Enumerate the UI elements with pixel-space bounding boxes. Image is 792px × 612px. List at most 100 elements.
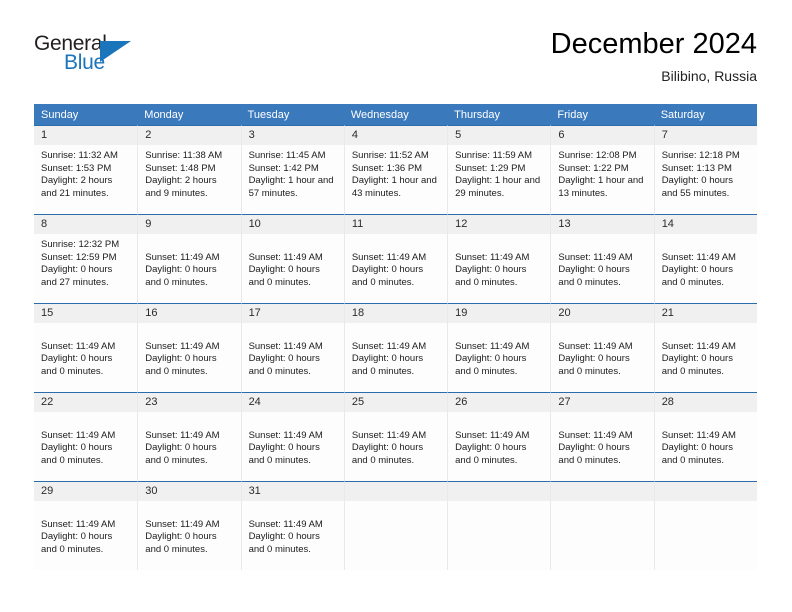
day-cell-2[interactable]: 2 Sunrise: 11:38 AM Sunset: 1:48 PM Dayligh… [137, 125, 241, 214]
day-details: Sunset: 11:49 AM Daylight: 0 hours and 0 m… [655, 323, 757, 378]
day-detail-line: Daylight: 0 hours [661, 353, 733, 365]
day-details: Sunset: 11:49 AM Daylight: 0 hours and 0 m… [345, 412, 447, 467]
calendar-page: General Blue December 2024 Bilibino, Rus… [0, 0, 792, 612]
day-cell-7[interactable]: 7 Sunrise: 12:18 PM Sunset: 1:13 PM Dayligh… [653, 125, 757, 214]
day-number: 22 [34, 393, 138, 412]
day-number: 26 [448, 393, 551, 412]
day-detail-line: Sunset: 11:49 AM [41, 429, 116, 441]
day-details: Sunrise: 11:38 AM Sunset: 1:48 PM Daylight… [138, 145, 240, 200]
day-cell-25[interactable]: 25 Sunset: 11:49 AM Daylight: 0 hours and … [343, 392, 448, 481]
day-detail-line [558, 417, 648, 430]
day-detail-line: and 0 minutes. [661, 276, 725, 288]
day-detail-line: and 0 minutes. [558, 365, 621, 377]
day-cell-28[interactable]: 28 Sunset: 11:49 AM Daylight: 0 hours and … [653, 392, 757, 481]
calendar-day-cell: 10 Sunset: 11:49 AM Daylight: 0 hours and … [240, 214, 344, 303]
day-cell-26[interactable]: 26 Sunset: 11:49 AM Daylight: 0 hours and … [447, 392, 551, 481]
day-details: Sunset: 11:49 AM Daylight: 0 hours and 0 m… [345, 323, 447, 378]
calendar-day-cell: 15 Sunset: 11:49 AM Daylight: 0 hours and … [34, 303, 138, 392]
day-detail-line: Sunset: 11:49 AM [351, 251, 427, 263]
weekday-header-thursday: Thursday [447, 104, 551, 125]
day-detail-line: Sunset: 11:49 AM [248, 251, 323, 263]
day-cell-29[interactable]: 29 Sunset: 11:49 AM Daylight: 0 hours and … [34, 481, 138, 570]
day-detail-line: Sunset: 11:49 AM [455, 429, 530, 441]
day-number: 17 [241, 304, 344, 323]
day-cell-3[interactable]: 3 Sunrise: 11:45 AM Sunset: 1:42 PM Dayligh… [240, 125, 344, 214]
day-detail-line: and 0 minutes. [661, 365, 725, 377]
day-detail-line: Daylight: 0 hours [145, 264, 217, 276]
day-number: 15 [34, 304, 138, 323]
calendar-day-cell: 9 Sunset: 11:49 AM Daylight: 0 hours and 0… [137, 214, 241, 303]
calendar-day-cell: 11 Sunset: 11:49 AM Daylight: 0 hours and … [343, 214, 448, 303]
day-number [448, 482, 551, 501]
day-detail-line: 43 minutes. [351, 187, 401, 199]
day-detail-line [455, 328, 545, 341]
day-cell-15[interactable]: 15 Sunset: 11:49 AM Daylight: 0 hours and … [34, 303, 138, 392]
day-cell-12[interactable]: 12 Sunset: 11:49 AM Daylight: 0 hours and … [447, 214, 551, 303]
day-details: Sunset: 11:49 AM Daylight: 0 hours and 0 m… [242, 234, 344, 289]
day-cell-21[interactable]: 21 Sunset: 11:49 AM Daylight: 0 hours and … [653, 303, 757, 392]
day-details: Sunset: 11:49 AM Daylight: 0 hours and 0 m… [655, 412, 757, 467]
day-detail-line: and 55 minutes. [661, 187, 730, 199]
day-cell-11[interactable]: 11 Sunset: 11:49 AM Daylight: 0 hours and … [343, 214, 448, 303]
day-cell-10[interactable]: 10 Sunset: 11:49 AM Daylight: 0 hours and … [240, 214, 344, 303]
day-cell-17[interactable]: 17 Sunset: 11:49 AM Daylight: 0 hours and … [240, 303, 344, 392]
day-detail-line: Sunset: 11:49 AM [41, 518, 116, 530]
day-cell-24[interactable]: 24 Sunset: 11:49 AM Daylight: 0 hours and … [240, 392, 344, 481]
day-cell-18[interactable]: 18 Sunset: 11:49 AM Daylight: 0 hours and … [343, 303, 448, 392]
day-number: 5 [448, 126, 551, 145]
day-cell-30[interactable]: 30 Sunset: 11:49 AM Daylight: 0 hours and … [137, 481, 241, 570]
day-number: 29 [34, 482, 138, 501]
day-detail-line: Daylight: 0 hours [558, 264, 630, 276]
calendar-day-cell: 31 Sunset: 11:49 AM Daylight: 0 hours and … [240, 481, 344, 570]
calendar-day-cell: 7 Sunrise: 12:18 PM Sunset: 1:13 PM Dayligh… [653, 125, 757, 214]
page-header: General Blue December 2024 Bilibino, Rus… [34, 26, 757, 94]
calendar-day-cell: 18 Sunset: 11:49 AM Daylight: 0 hours and … [343, 303, 448, 392]
day-number: 12 [448, 215, 551, 234]
day-detail-line [41, 328, 132, 341]
day-cell-1[interactable]: 1 Sunrise: 11:32 AM Sunset: 1:53 PM Dayligh… [34, 125, 138, 214]
day-details: Sunset: 11:49 AM Daylight: 0 hours and 0 m… [242, 412, 344, 467]
day-detail-line: Sunrise: 11:59 AM [455, 150, 533, 161]
weekday-header-sunday: Sunday [34, 104, 138, 125]
day-cell-5[interactable]: 5 Sunrise: 11:59 AM Sunset: 1:29 PM Dayligh… [447, 125, 551, 214]
day-details: Sunrise: 11:32 AM Sunset: 1:53 PM Daylight… [34, 145, 137, 200]
day-cell-8[interactable]: 8 Sunrise: 12:32 PM Sunset: 12:59 PM Daylig… [34, 214, 138, 303]
calendar-day-cell [343, 481, 448, 570]
day-detail-line: Daylight: 1 hour and [248, 175, 334, 187]
day-details: Sunset: 11:49 AM Daylight: 0 hours and 0 m… [138, 412, 240, 467]
day-detail-line: and 0 minutes. [455, 365, 518, 377]
day-details [655, 501, 757, 506]
calendar-week-row: 22 Sunset: 11:49 AM Daylight: 0 hours and … [34, 392, 757, 481]
day-number: 27 [551, 393, 654, 412]
day-detail-line: Daylight: 0 hours [248, 353, 320, 365]
day-cell-9[interactable]: 9 Sunset: 11:49 AM Daylight: 0 hours and 0… [137, 214, 241, 303]
day-cell-31[interactable]: 31 Sunset: 11:49 AM Daylight: 0 hours and … [240, 481, 344, 570]
day-cell-14[interactable]: 14 Sunset: 11:49 AM Daylight: 0 hours and … [653, 214, 757, 303]
day-cell-16[interactable]: 16 Sunset: 11:49 AM Daylight: 0 hours and … [137, 303, 241, 392]
day-number [344, 482, 448, 501]
calendar-week-row: 15 Sunset: 11:49 AM Daylight: 0 hours and … [34, 303, 757, 392]
day-detail-line [662, 239, 752, 252]
day-details: Sunrise: 12:18 PM Sunset: 1:13 PM Daylight… [655, 145, 757, 200]
day-cell-13[interactable]: 13 Sunset: 11:49 AM Daylight: 0 hours and … [550, 214, 654, 303]
day-cell-20[interactable]: 20 Sunset: 11:49 AM Daylight: 0 hours and … [550, 303, 654, 392]
calendar-day-cell: 3 Sunrise: 11:45 AM Sunset: 1:42 PM Dayligh… [240, 125, 344, 214]
day-cell-23[interactable]: 23 Sunset: 11:49 AM Daylight: 0 hours and … [137, 392, 241, 481]
day-number: 2 [138, 126, 241, 145]
day-number: 19 [448, 304, 551, 323]
general-blue-logo[interactable]: General Blue [34, 32, 154, 84]
day-cell-22[interactable]: 22 Sunset: 11:49 AM Daylight: 0 hours and … [34, 392, 138, 481]
day-details [448, 501, 550, 506]
day-detail-line: Daylight: 0 hours [558, 353, 630, 365]
day-detail-line: Sunset: 11:49 AM [661, 340, 736, 352]
day-cell-4[interactable]: 4 Sunrise: 11:52 AM Sunset: 1:36 PM Dayligh… [343, 125, 448, 214]
day-detail-line: Daylight: 0 hours [455, 442, 527, 454]
day-cell-27[interactable]: 27 Sunset: 11:49 AM Daylight: 0 hours and … [550, 392, 654, 481]
weekday-header-friday: Friday [550, 104, 654, 125]
day-detail-line [249, 239, 339, 252]
calendar-week-row: 1 Sunrise: 11:32 AM Sunset: 1:53 PM Dayligh… [34, 125, 757, 214]
day-detail-line: and 0 minutes. [41, 454, 104, 466]
day-cell-19[interactable]: 19 Sunset: 11:49 AM Daylight: 0 hours and … [447, 303, 551, 392]
day-cell-6[interactable]: 6 Sunrise: 12:08 PM Sunset: 1:22 PM Dayligh… [550, 125, 654, 214]
day-number: 6 [551, 126, 654, 145]
